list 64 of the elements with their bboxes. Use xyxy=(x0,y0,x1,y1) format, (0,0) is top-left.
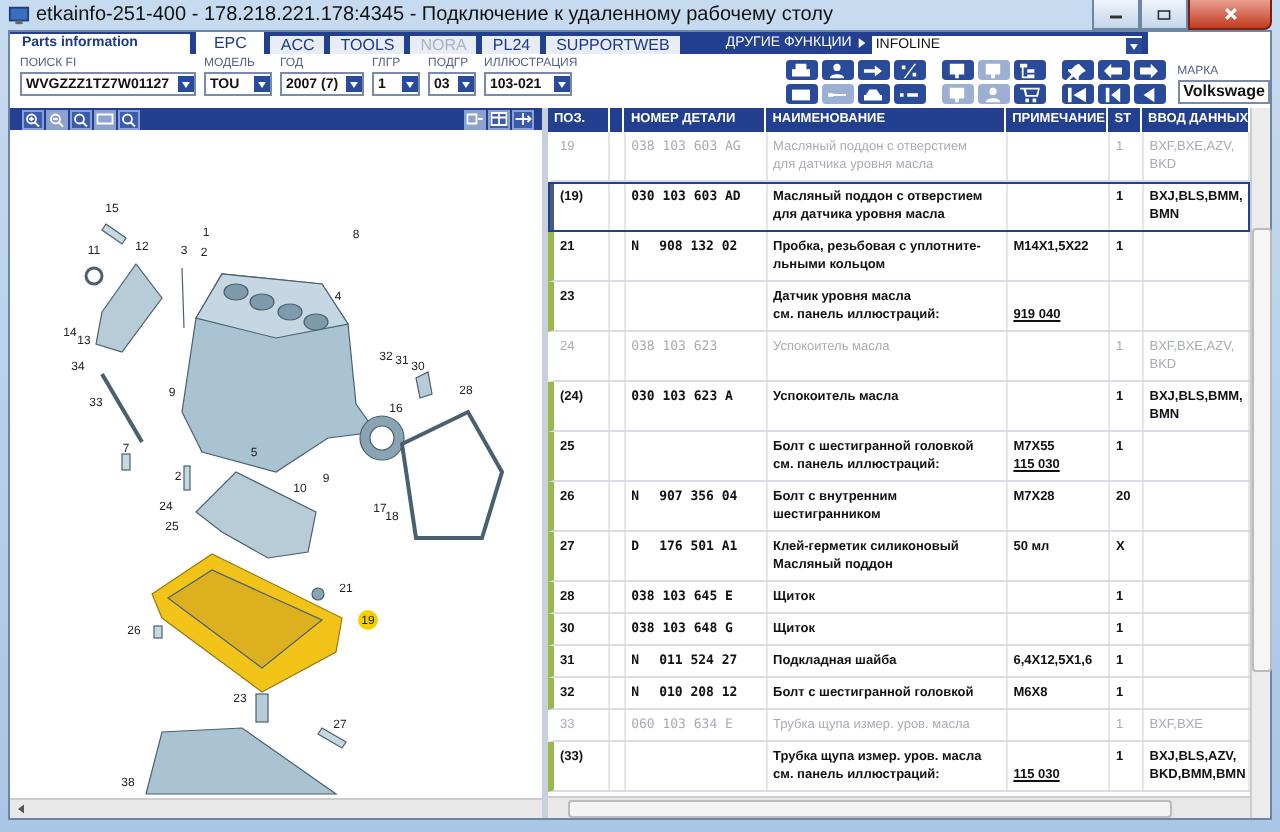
view-button[interactable] xyxy=(512,109,534,129)
monitor-icon xyxy=(982,61,1005,79)
app-tab[interactable]: PL24 xyxy=(482,36,541,54)
toolbar-button[interactable] xyxy=(1133,60,1166,80)
arrow-right-icon xyxy=(862,61,885,79)
app-tab[interactable]: EPC xyxy=(195,32,265,54)
horizontal-scrollbar[interactable] xyxy=(548,796,1250,818)
person-icon xyxy=(826,61,849,79)
maximize-icon xyxy=(1156,7,1172,21)
monitor-icon xyxy=(946,61,969,79)
toolbar-button[interactable] xyxy=(1013,84,1046,104)
view-button[interactable] xyxy=(22,109,44,129)
monitor-icon xyxy=(8,4,30,26)
caret-down-icon xyxy=(178,76,194,92)
skip-back-icon xyxy=(1066,85,1089,103)
toolbar-button[interactable] xyxy=(941,60,974,80)
close-button[interactable] xyxy=(1188,0,1272,30)
maximize-button[interactable] xyxy=(1140,0,1188,30)
app-tab[interactable]: ACC xyxy=(270,36,325,54)
toolbar-button[interactable] xyxy=(1013,60,1046,80)
caret-down-icon xyxy=(402,76,418,92)
split-window-icon xyxy=(490,110,508,128)
make-field[interactable]: Volkswage xyxy=(1177,80,1271,104)
scrollbar-thumb[interactable] xyxy=(1252,228,1272,672)
close-icon xyxy=(1221,6,1239,22)
toolbar-button[interactable] xyxy=(821,60,854,80)
monitor-icon xyxy=(946,85,969,103)
toolbar-button[interactable] xyxy=(893,84,926,104)
printer-icon xyxy=(790,61,813,79)
left-arrow-icon xyxy=(18,804,24,814)
percent-icon xyxy=(898,61,921,79)
toolbar-button[interactable] xyxy=(1133,84,1166,104)
cross-arrows-icon xyxy=(514,110,532,128)
triangle-right-icon xyxy=(857,38,866,48)
toolbar-button[interactable] xyxy=(1097,84,1130,104)
app-tab[interactable]: TOOLS xyxy=(330,36,405,54)
caret-down-icon xyxy=(554,76,570,92)
toolbar-button[interactable] xyxy=(785,60,818,80)
app-tab[interactable]: SUPPORTWEB xyxy=(546,36,680,54)
person-icon xyxy=(982,85,1005,103)
toolbar-button[interactable] xyxy=(857,84,890,104)
view-button[interactable] xyxy=(118,109,140,129)
toolbar-button[interactable] xyxy=(1097,60,1130,80)
vertical-scrollbar[interactable] xyxy=(1250,108,1270,818)
cart-icon xyxy=(1018,85,1041,103)
rectangle-icon xyxy=(96,110,114,128)
minimize-button[interactable] xyxy=(1092,0,1140,30)
caret-down-icon xyxy=(346,76,362,92)
toolbar-button[interactable] xyxy=(1061,60,1094,80)
window-title: etkainfo-251-400 - 178.218.221.178:4345 - Подключение к удаленному рабочему столу xyxy=(36,4,833,26)
caret-down-icon xyxy=(458,76,474,92)
toolbar-button[interactable] xyxy=(893,60,926,80)
toolbar-button[interactable] xyxy=(1061,84,1094,104)
window-arrow-icon xyxy=(466,110,484,128)
view-button[interactable] xyxy=(488,109,510,129)
right-arrow-icon xyxy=(1138,61,1161,79)
left-arrow-icon xyxy=(1102,61,1125,79)
toolbar-button[interactable] xyxy=(785,84,818,104)
toolbar-button[interactable] xyxy=(857,60,890,80)
caret-down-icon xyxy=(254,76,270,92)
step-back-icon xyxy=(1102,85,1125,103)
scrollbar-thumb[interactable] xyxy=(568,799,1172,817)
view-button[interactable] xyxy=(70,109,92,129)
horizontal-scrollbar[interactable] xyxy=(10,798,542,818)
